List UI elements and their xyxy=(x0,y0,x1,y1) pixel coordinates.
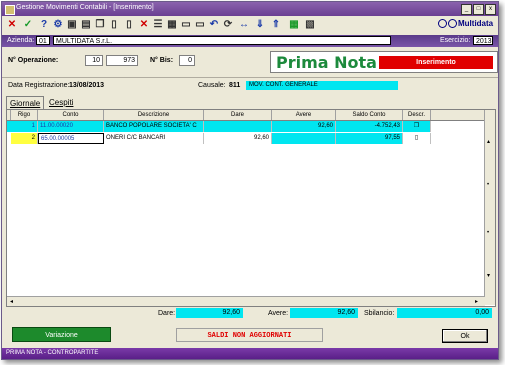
sbilancio-total: 0,00 xyxy=(397,308,492,318)
causale-label: Causale: xyxy=(198,82,226,89)
operazione-b-field[interactable]: 973 xyxy=(106,55,138,66)
avere-total-label: Avere: xyxy=(268,310,289,317)
col-descr[interactable]: Descr. xyxy=(403,110,431,120)
azienda-code[interactable]: 01 xyxy=(36,36,50,45)
list-icon[interactable]: ☰ xyxy=(152,19,164,31)
open-file-icon[interactable]: ▯ xyxy=(123,19,135,31)
dare-total: 92,60 xyxy=(176,308,243,318)
swap-icon[interactable]: ↔ xyxy=(238,19,250,31)
close-button[interactable]: x xyxy=(485,4,496,15)
delete-icon[interactable]: ✕ xyxy=(138,19,150,31)
cell-rigo: 1 xyxy=(11,121,38,132)
settings-icon[interactable]: ⚙ xyxy=(52,19,64,31)
cell-conto[interactable]: 11.00.00020 xyxy=(38,121,104,132)
journal-grid: Rigo Conto Descrizione Dare Avere Saldo … xyxy=(6,109,496,307)
maximize-button[interactable]: □ xyxy=(473,4,484,15)
col-descrizione[interactable]: Descrizione xyxy=(104,110,204,120)
prima-nota-panel: Prima Nota Inserimento xyxy=(270,51,498,73)
operazione-label: N° Operazione: xyxy=(8,57,59,64)
tab-cespiti[interactable]: Cespiti xyxy=(46,96,76,109)
horizontal-scrollbar[interactable]: ◂ ▸ xyxy=(7,296,485,306)
prima-nota-title: Prima Nota xyxy=(276,53,377,72)
table-row[interactable]: 2 65.00.00005 ONERI C/C BANCARI 92,60 97… xyxy=(7,133,431,144)
app-icon xyxy=(5,5,15,15)
col-rigo[interactable]: Rigo xyxy=(11,110,38,120)
window-title: Gestione Movimenti Contabili - [Inserime… xyxy=(16,4,154,11)
grid-header: Rigo Conto Descrizione Dare Avere Saldo … xyxy=(7,110,485,121)
azienda-label: Azienda: xyxy=(7,37,35,44)
saldi-status: SALDI NON AGGIORNATI xyxy=(176,328,323,342)
col-saldo[interactable]: Saldo Conto xyxy=(336,110,403,120)
print-icon[interactable]: ▣ xyxy=(66,19,78,31)
table-row[interactable]: 1 11.00.00020 BANCO POPOLARE SOCIETA' C … xyxy=(7,121,431,132)
scroll-page-icon[interactable]: • xyxy=(487,230,489,236)
scroll-left-icon[interactable]: ◂ xyxy=(10,298,13,305)
cell-rigo: 2 xyxy=(11,133,38,144)
card-icon[interactable]: ▭ xyxy=(180,19,192,31)
title-bar: Gestione Movimenti Contabili - [Inserime… xyxy=(2,2,498,16)
toolbar: ✕ ✓ ? ⚙ ▣ ▤ ❐ ▯ ▯ ✕ ☰ ▦ ▭ ▭ ↶ ⟳ ↔ ⇓ ⇑ ▦ … xyxy=(2,16,498,35)
cell-dare[interactable] xyxy=(204,121,272,132)
col-avere[interactable]: Avere xyxy=(272,110,336,120)
azienda-name[interactable]: MULTIDATA S.r.L. xyxy=(53,36,391,45)
ok-button[interactable]: Ok xyxy=(442,329,488,343)
bis-field[interactable]: 0 xyxy=(179,55,195,66)
multidata-logo: Multidata xyxy=(438,19,493,29)
col-dare[interactable]: Dare xyxy=(204,110,272,120)
scroll-up-icon[interactable]: ▴ xyxy=(487,138,490,145)
notes-icon[interactable]: ▯ xyxy=(403,133,431,144)
confirm-icon[interactable]: ✓ xyxy=(22,19,34,31)
scroll-page-icon[interactable]: • xyxy=(487,182,489,188)
cell-saldo: 97,55 xyxy=(336,133,403,144)
divider xyxy=(2,77,498,78)
minimize-button[interactable]: _ xyxy=(461,4,472,15)
tab-giornale[interactable]: Giornale xyxy=(6,96,45,110)
document-icon[interactable]: ▤ xyxy=(80,19,92,31)
new-file-icon[interactable]: ▯ xyxy=(108,19,120,31)
help-icon[interactable]: ? xyxy=(38,19,50,31)
sbilancio-label: Sbilancio: xyxy=(364,310,395,317)
esercizio-label: Esercizio: xyxy=(440,37,471,44)
sort-up-icon[interactable]: ⇑ xyxy=(270,19,282,31)
scroll-down-icon[interactable]: ▾ xyxy=(487,272,490,279)
cell-saldo: -4.752,43 xyxy=(336,121,403,132)
cell-descrizione[interactable]: ONERI C/C BANCARI xyxy=(104,133,204,144)
cell-avere[interactable]: 92,60 xyxy=(272,121,336,132)
notes-icon[interactable]: ❐ xyxy=(403,121,431,132)
esercizio-field[interactable]: 2013 xyxy=(473,36,493,45)
col-conto[interactable]: Conto xyxy=(38,110,104,120)
dare-total-label: Dare: xyxy=(158,310,176,317)
azienda-bar: Azienda: 01 MULTIDATA S.r.L. Esercizio: … xyxy=(2,35,498,47)
cancel-icon[interactable]: ✕ xyxy=(6,19,18,31)
mode-badge: Inserimento xyxy=(379,56,493,69)
variazione-button[interactable]: Variazione xyxy=(12,327,111,342)
causale-description: MOV. CONT. GENERALE xyxy=(246,81,398,90)
window-icon[interactable]: ▭ xyxy=(194,19,206,31)
sort-down-icon[interactable]: ⇓ xyxy=(254,19,266,31)
operazione-a-field[interactable]: 10 xyxy=(85,55,103,66)
bis-label: N° Bis: xyxy=(150,57,174,64)
main-window: Gestione Movimenti Contabili - [Inserime… xyxy=(1,1,499,360)
avere-total: 92,60 xyxy=(290,308,358,318)
undo-icon[interactable]: ↶ xyxy=(208,19,220,31)
cell-dare[interactable]: 92,60 xyxy=(204,133,272,144)
status-bar: PRIMA NOTA - CONTROPARTITE xyxy=(2,348,498,359)
copy-icon[interactable]: ❐ xyxy=(94,19,106,31)
scroll-right-icon[interactable]: ▸ xyxy=(475,298,478,305)
causale-code[interactable]: 811 xyxy=(229,82,240,89)
grid-icon[interactable]: ▦ xyxy=(166,19,178,31)
calculator-icon[interactable]: ▦ xyxy=(288,19,300,31)
cell-avere[interactable] xyxy=(272,133,336,144)
data-registrazione-value[interactable]: 13/08/2013 xyxy=(69,82,104,89)
vertical-scrollbar[interactable]: ▴ • • ▾ xyxy=(484,110,495,305)
refresh-icon[interactable]: ⟳ xyxy=(222,19,234,31)
data-registrazione-label: Data Registrazione: xyxy=(8,82,70,89)
cell-conto[interactable]: 65.00.00005 xyxy=(38,133,104,144)
cell-descrizione[interactable]: BANCO POPOLARE SOCIETA' C xyxy=(104,121,204,132)
image-icon[interactable]: ▧ xyxy=(304,19,316,31)
